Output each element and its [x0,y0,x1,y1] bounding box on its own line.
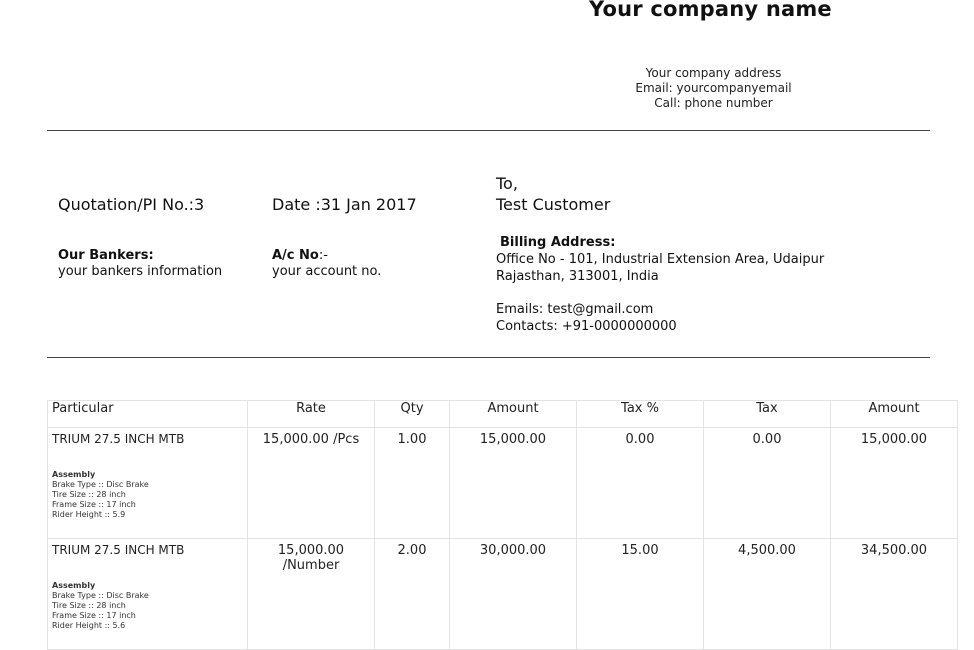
total-amount-cell: 15,000.00 [830,427,958,539]
item-details: Assembly Brake Type :: Disc Brake Tire S… [52,470,243,520]
header-particular: Particular [47,400,248,428]
middle-divider [47,357,930,358]
amount-cell: 30,000.00 [449,538,577,650]
item-detail: Rider Height :: 5.9 [52,510,126,519]
billing-address-line2: Rajasthan, 313001, India [496,269,659,284]
item-detail: Frame Size :: 17 inch [52,500,136,509]
item-detail: Frame Size :: 17 inch [52,611,136,620]
tax-percent-cell: 15.00 [576,538,704,650]
amount-cell: 15,000.00 [449,427,577,539]
customer-contacts: Contacts: +91-0000000000 [496,319,677,334]
customer-emails: Emails: test@gmail.com [496,302,654,317]
company-email: Email: yourcompanyemail [635,81,792,95]
quotation-date: Date :31 Jan 2017 [272,195,417,214]
bankers-label: Our Bankers: [58,248,154,263]
account-value: your account no. [272,264,382,279]
tax-percent-cell: 0.00 [576,427,704,539]
company-name: Your company name [589,0,832,21]
top-divider [47,130,930,131]
item-details: Assembly Brake Type :: Disc Brake Tire S… [52,581,243,631]
account-label-text: A/c No [272,248,319,263]
account-label-suffix: :- [318,248,328,263]
item-detail: Rider Height :: 5.6 [52,621,126,630]
header-rate: Rate [247,400,375,428]
qty-cell: 2.00 [374,538,450,650]
item-details-title: Assembly [52,581,96,590]
item-details-title: Assembly [52,470,96,479]
customer-name: Test Customer [496,195,611,214]
table-row: TRIUM 27.5 INCH MTB Assembly Brake Type … [47,538,958,650]
bankers-value: your bankers information [58,264,223,279]
company-info: Your company address Email: yourcompanye… [600,66,827,111]
header-amount: Amount [449,400,577,428]
rate-cell: 15,000.00 /Number [247,538,375,650]
header-tax: Tax [703,400,831,428]
item-detail: Brake Type :: Disc Brake [52,591,149,600]
particular-cell: TRIUM 27.5 INCH MTB Assembly Brake Type … [47,538,248,650]
header-tax-percent: Tax % [576,400,704,428]
account-label: A/c No:- [272,248,328,263]
header-qty: Qty [374,400,450,428]
item-detail: Tire Size :: 28 inch [52,601,126,610]
items-table: Particular Rate Qty Amount Tax % Tax Amo… [47,400,958,650]
billing-address-line1: Office No - 101, Industrial Extension Ar… [496,252,825,267]
header-total-amount: Amount [830,400,958,428]
item-name: TRIUM 27.5 INCH MTB [52,432,185,446]
total-amount-cell: 34,500.00 [830,538,958,650]
rate-cell: 15,000.00 /Pcs [247,427,375,539]
tax-cell: 4,500.00 [703,538,831,650]
company-address: Your company address [645,66,782,80]
to-label: To, [496,174,518,193]
table-row: TRIUM 27.5 INCH MTB Assembly Brake Type … [47,427,958,539]
company-phone: Call: phone number [654,96,773,110]
billing-address-label: Billing Address: [500,235,616,250]
tax-cell: 0.00 [703,427,831,539]
table-header-row: Particular Rate Qty Amount Tax % Tax Amo… [47,400,958,428]
item-detail: Tire Size :: 28 inch [52,490,126,499]
particular-cell: TRIUM 27.5 INCH MTB Assembly Brake Type … [47,427,248,539]
qty-cell: 1.00 [374,427,450,539]
item-name: TRIUM 27.5 INCH MTB [52,543,185,557]
quotation-number: Quotation/PI No.:3 [58,195,205,214]
item-detail: Brake Type :: Disc Brake [52,480,149,489]
